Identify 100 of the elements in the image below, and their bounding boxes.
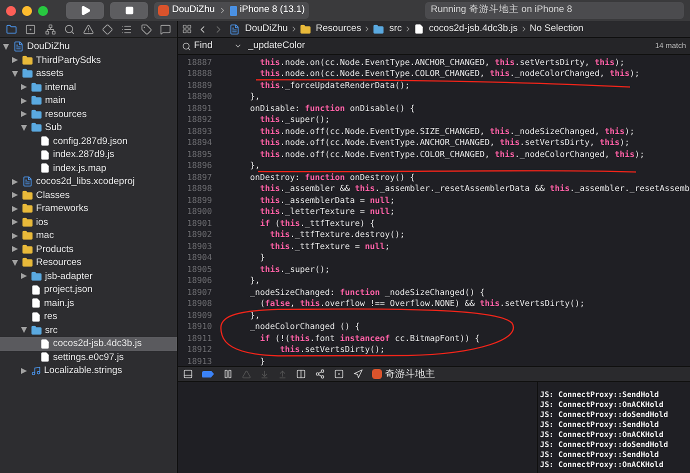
line-number: 18888 [186,67,212,80]
navigator-item[interactable]: cocos2d-jsb.4dc3b.js [0,337,177,350]
file-icon [40,352,50,362]
line-number: 18890 [186,90,212,102]
code-line: }, [248,308,260,321]
file-icon [31,284,41,295]
code-line: this.node.on(cc.Node.EventType.ANCHOR_CHANGED, this.setVertsDirty, this); [258,56,625,68]
line-number: 18907 [186,286,212,298]
line-number: 18903 [186,240,212,252]
play-icon [80,5,90,16]
navigator-item[interactable]: Products [0,242,177,256]
disclosure-triangle-icon[interactable] [12,178,18,185]
minimize-window-icon[interactable] [22,6,32,16]
breadcrumb-item[interactable]: Resources [316,22,362,36]
breadcrumb-item[interactable]: src [389,22,402,36]
navigator-item[interactable]: Classes [0,188,177,202]
navigator-item[interactable]: project.json [0,283,177,296]
line-number: 18909 [186,308,212,321]
breadcrumb-item[interactable]: cocos2d-jsb.4dc3b.js [428,22,518,36]
folder-icon[interactable] [6,24,18,34]
device-icon [230,6,237,16]
line-number: 18894 [186,136,212,148]
location-icon[interactable] [353,369,363,379]
panel-icon[interactable] [183,369,193,379]
file-icon [40,136,50,146]
app-icon [372,369,382,379]
disclosure-triangle-icon[interactable] [3,44,9,50]
line-number: 18895 [186,148,212,160]
app-name: 奇游斗地主 [385,368,435,382]
file-icon [40,150,50,160]
scheme-selector[interactable]: DouDiZhu iPhone 8 (13.1) [154,2,309,19]
stop-icon [124,6,134,15]
navigator-item[interactable]: ios [0,216,177,229]
memory-graph-icon[interactable] [315,369,325,379]
navigator-item[interactable]: main [0,94,177,108]
file-icon [40,338,50,349]
folder-icon [31,324,42,336]
navigator-item[interactable]: index.js.map [0,162,177,175]
line-number: 18899 [186,194,212,206]
navigator-item[interactable]: main.js [0,296,177,310]
navigator-item[interactable]: resources [0,108,177,121]
navigator-item[interactable]: res [0,310,177,324]
warning-icon[interactable] [82,24,94,34]
code-line: this.node.on(cc.Node.EventType.COLOR_CHANGED, this._nodeColorChanged, this); [258,67,640,80]
navigator-item[interactable]: DouDiZhu [0,40,177,54]
folder-icon [373,24,384,34]
diamond-icon[interactable] [102,24,114,34]
navigator-item[interactable]: ThirdPartySdks [0,54,177,67]
search-icon[interactable] [64,24,75,34]
line-number: 18908 [186,297,212,310]
folder-icon [22,203,33,214]
navigator-item[interactable]: jsb-adapter [0,270,177,283]
app-icon [158,5,169,16]
folder-icon [22,54,33,66]
file-icon [31,312,41,322]
code-line: }, [248,90,260,102]
line-number: 18900 [186,205,212,218]
breakpoint-icon[interactable] [202,370,214,378]
run-button[interactable] [66,2,104,19]
line-number: 18892 [186,113,212,126]
navigator-item[interactable]: config.287d9.json [0,134,177,148]
navigator-item[interactable]: Sub [0,121,177,134]
folder-icon [300,24,311,34]
code-line: this.setVertsDirty(); [278,343,385,356]
list-icon[interactable] [121,24,132,34]
line-number: 18891 [186,102,212,114]
navigator-item[interactable]: internal [0,80,177,94]
view-hierarchy-icon[interactable] [296,369,306,379]
folder-icon [22,244,33,255]
environment-icon[interactable] [334,369,344,379]
navigator-item[interactable]: settings.e0c97.js [0,350,177,364]
navigator-item[interactable]: cocos2d_libs.xcodeproj [0,175,177,188]
disclosure-triangle-icon[interactable] [21,368,27,374]
grid-icon[interactable] [182,24,192,34]
navigator-item[interactable]: Resources [0,256,177,270]
find-mode-dropdown[interactable]: Find [182,38,242,54]
code-line: _nodeColorChanged () { [248,320,360,332]
navigator-item[interactable]: assets [0,67,177,80]
zoom-window-icon[interactable] [38,6,48,16]
pause-icon[interactable] [223,369,233,379]
folder-icon [22,230,33,242]
navigator-item[interactable]: Frameworks [0,202,177,216]
tag-icon[interactable] [140,24,152,34]
navigator-item[interactable]: Localizable.strings [0,364,177,378]
folder-icon [22,68,33,80]
close-window-icon[interactable] [6,6,16,16]
line-number: 18893 [186,124,212,137]
code-line: this._ttfTexture = null; [268,240,390,252]
stop-button[interactable] [110,2,148,19]
navigator-item[interactable]: mac [0,229,177,242]
find-field[interactable]: _updateColor [248,38,650,54]
square-icon[interactable] [25,24,36,34]
code-line: this._assembler && this._assembler._resetAssemblerData && this._assembler._resetAssemb [258,182,690,194]
line-number: 18887 [186,56,212,68]
hierarchy-icon[interactable] [44,24,56,34]
breadcrumb-item[interactable]: DouDiZhu [245,22,288,36]
code-line: onDestroy: function onDestroy() { [248,170,415,183]
navigator-item[interactable]: index.287d9.js [0,148,177,162]
message-icon[interactable] [160,24,171,34]
breadcrumb-item[interactable]: No Selection [530,22,584,36]
